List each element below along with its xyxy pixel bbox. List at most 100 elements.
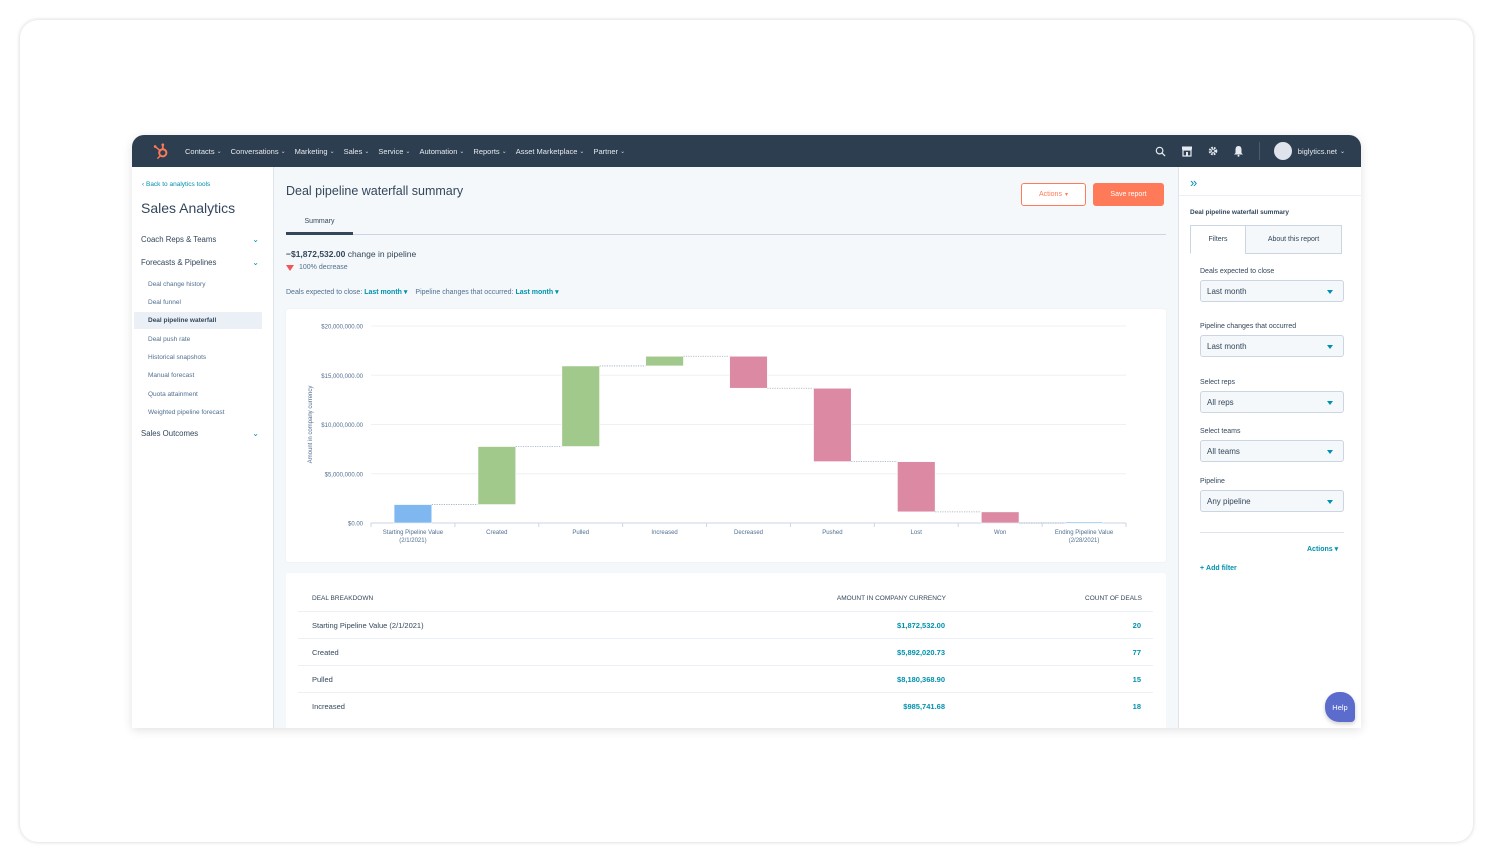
caret-down-icon xyxy=(1327,345,1333,349)
chevron-down-icon: ⌄ xyxy=(459,148,465,155)
filter-select-pipeline[interactable]: Any pipeline xyxy=(1200,490,1344,512)
tab-filters[interactable]: Filters xyxy=(1190,225,1246,254)
report-tabs: Summary xyxy=(286,215,1166,235)
tab-about-this-report[interactable]: About this report xyxy=(1245,225,1342,254)
account-name: biglytics.net xyxy=(1297,146,1337,156)
main-content: Deal pipeline waterfall summary Actions … xyxy=(275,167,1178,728)
nav-item-service[interactable]: Service ⌄ xyxy=(378,147,410,156)
x-tick-label: Ending Pipeline Value xyxy=(1055,530,1114,536)
nav-item-partner[interactable]: Partner ⌄ xyxy=(593,147,625,156)
row-label: Pulled xyxy=(312,675,333,684)
bar-won xyxy=(980,511,1020,524)
bar-created xyxy=(477,446,517,505)
nav-item-sales[interactable]: Sales ⌄ xyxy=(344,147,370,156)
row-count[interactable]: 15 xyxy=(1133,675,1141,684)
panel-actions-button[interactable]: Actions ▾ xyxy=(1307,545,1338,553)
bar-pushed xyxy=(813,387,852,462)
decrease-indicator: 100% decrease xyxy=(286,264,348,271)
sidebar-group-forecasts[interactable]: Forecasts & Pipelines ⌄ xyxy=(141,258,259,267)
sidebar-item-quota-attainment[interactable]: Quota attainment xyxy=(134,386,262,403)
x-tick-label: Starting Pipeline Value xyxy=(383,530,444,536)
sidebar-item-deal-change-history[interactable]: Deal change history xyxy=(134,276,262,293)
deals-close-filter-link[interactable]: Last month ▾ xyxy=(364,289,407,296)
sidebar-item-weighted-pipeline-forecast[interactable]: Weighted pipeline forecast xyxy=(134,404,262,421)
right-filter-panel: » Deal pipeline waterfall summary Filter… xyxy=(1178,167,1361,728)
nav-item-reports[interactable]: Reports ⌄ xyxy=(473,147,506,156)
row-count[interactable]: 18 xyxy=(1133,702,1141,711)
marketplace-icon[interactable] xyxy=(1181,145,1193,157)
triangle-down-icon xyxy=(286,264,294,271)
table-row: Starting Pipeline Value (2/1/2021) $1,872… xyxy=(298,611,1153,638)
table-row: Pulled $8,180,368.90 15 xyxy=(298,665,1153,692)
account-menu[interactable]: biglytics.net ⌄ xyxy=(1273,142,1345,160)
help-button[interactable]: Help xyxy=(1325,692,1355,722)
column-header-deal-breakdown[interactable]: DEAL BREAKDOWN xyxy=(312,595,373,602)
column-header-count[interactable]: COUNT OF DEALS xyxy=(1085,595,1142,602)
row-label: Starting Pipeline Value (2/1/2021) xyxy=(312,621,424,630)
deal-breakdown-table: DEAL BREAKDOWN AMOUNT IN COMPANY CURRENC… xyxy=(286,573,1166,728)
nav-item-contacts[interactable]: Contacts ⌄ xyxy=(185,147,222,156)
waterfall-chart-card: $0.00 $5,000,000.00 $10,000,000.00 $15,000,… xyxy=(286,309,1166,562)
table-row: Increased $985,741.68 18 xyxy=(298,692,1153,719)
chevron-down-icon: ⌄ xyxy=(252,258,259,267)
filter-label: Select reps xyxy=(1200,379,1236,386)
row-amount[interactable]: $5,892,020.73 xyxy=(897,648,945,657)
x-tick-label: Pushed xyxy=(822,530,842,536)
caret-down-icon xyxy=(1327,290,1333,294)
sidebar-item-manual-forecast[interactable]: Manual forecast xyxy=(134,367,262,384)
page-title: Deal pipeline waterfall summary xyxy=(286,184,464,198)
tab-summary[interactable]: Summary xyxy=(286,215,353,235)
sidebar-item-historical-snapshots[interactable]: Historical snapshots xyxy=(134,349,262,366)
nav-item-conversations[interactable]: Conversations ⌄ xyxy=(231,147,286,156)
nav-item-automation[interactable]: Automation ⌄ xyxy=(419,147,464,156)
filter-select-deals-expected-to-close[interactable]: Last month xyxy=(1200,280,1344,302)
save-report-button[interactable]: Save report xyxy=(1093,183,1164,206)
collapse-panel-icon[interactable]: » xyxy=(1190,175,1197,190)
bell-icon[interactable] xyxy=(1233,145,1245,157)
chevron-down-icon: ⌄ xyxy=(329,148,335,155)
add-filter-button[interactable]: + Add filter xyxy=(1200,565,1237,572)
filter-select-select-reps[interactable]: All reps xyxy=(1200,391,1344,413)
column-header-amount[interactable]: AMOUNT IN COMPANY CURRENCY xyxy=(837,595,946,602)
change-suffix: change in pipeline xyxy=(347,249,417,259)
pipeline-change-summary: −$1,872,532.00 change in pipeline xyxy=(286,249,416,259)
pipeline-changes-filter-link[interactable]: Last month ▾ xyxy=(515,289,558,296)
x-tick-label: Decreased xyxy=(734,530,763,536)
x-tick-label: Won xyxy=(994,530,1006,536)
gear-icon[interactable] xyxy=(1207,145,1219,157)
waterfall-chart: $0.00 $5,000,000.00 $10,000,000.00 $15,000,… xyxy=(308,325,1127,544)
filter-select-select-teams[interactable]: All teams xyxy=(1200,440,1344,462)
sidebar-item-deal-funnel[interactable]: Deal funnel xyxy=(134,294,262,311)
x-tick-label: Created xyxy=(486,530,507,536)
search-icon[interactable] xyxy=(1155,145,1167,157)
filter-label: Select teams xyxy=(1200,428,1241,435)
bar-ending-pipeline-value-2-28-2021 xyxy=(1064,521,1104,524)
panel-tabs: Filters About this report xyxy=(1190,225,1342,254)
sidebar-group-sales-outcomes[interactable]: Sales Outcomes ⌄ xyxy=(141,429,259,438)
row-count[interactable]: 20 xyxy=(1133,621,1141,630)
chevron-down-icon: ⌄ xyxy=(579,148,585,155)
filter-select-pipeline-changes-that-occurred[interactable]: Last month xyxy=(1200,335,1344,357)
back-to-analytics-link[interactable]: ‹ Back to analytics tools xyxy=(142,181,210,188)
row-amount[interactable]: $1,872,532.00 xyxy=(897,621,945,630)
y-tick-label: $10,000,000.00 xyxy=(321,423,363,429)
nav-divider xyxy=(1258,142,1260,160)
chevron-down-icon: ⌄ xyxy=(216,148,222,155)
sidebar-group-coach-reps[interactable]: Coach Reps & Teams ⌄ xyxy=(141,235,259,244)
hubspot-logo-icon[interactable] xyxy=(152,142,170,160)
actions-button[interactable]: Actions ▾ xyxy=(1021,183,1086,206)
sidebar-item-deal-pipeline-waterfall[interactable]: Deal pipeline waterfall xyxy=(134,312,262,329)
y-tick-label: $0.00 xyxy=(348,522,364,528)
x-tick-label: (2/1/2021) xyxy=(399,538,426,544)
filter-label: Pipeline changes that occurred xyxy=(1200,323,1297,330)
chevron-down-icon: ⌄ xyxy=(501,148,507,155)
x-tick-label: Lost xyxy=(911,530,923,536)
caret-down-icon xyxy=(1327,500,1333,504)
nav-item-asset-marketplace[interactable]: Asset Marketplace ⌄ xyxy=(516,147,585,156)
row-amount[interactable]: $985,741.68 xyxy=(903,702,945,711)
filter-label: Pipeline xyxy=(1200,478,1225,485)
row-count[interactable]: 77 xyxy=(1133,648,1141,657)
row-amount[interactable]: $8,180,368.90 xyxy=(897,675,945,684)
sidebar-item-deal-push-rate[interactable]: Deal push rate xyxy=(134,331,262,348)
nav-item-marketing[interactable]: Marketing ⌄ xyxy=(295,147,335,156)
